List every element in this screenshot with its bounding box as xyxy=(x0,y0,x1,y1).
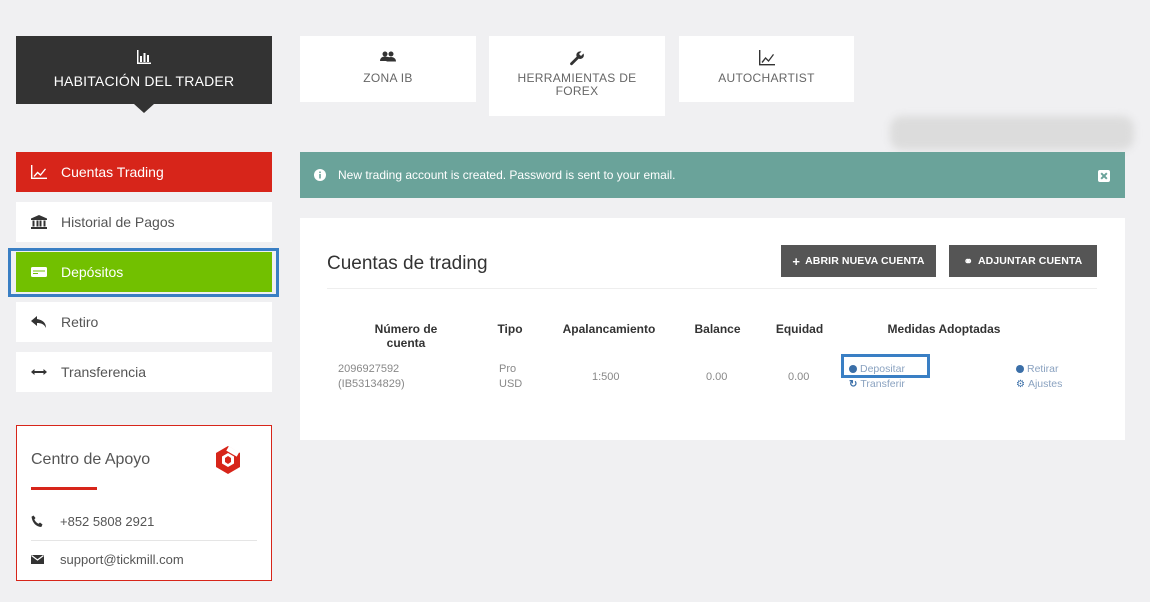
column-header-equity: Equidad xyxy=(775,322,824,336)
close-icon[interactable] xyxy=(1098,170,1110,182)
gear-icon: ⚙ xyxy=(1016,378,1025,390)
reply-icon xyxy=(30,314,48,330)
account-equity: 0.00 xyxy=(788,371,810,383)
blurred-user-info xyxy=(890,116,1134,150)
tile-zona-ib[interactable]: ZONA IB xyxy=(300,36,476,102)
sidebar-item-retiro[interactable]: Retiro xyxy=(16,302,272,342)
withdraw-link[interactable]: Retirar xyxy=(1016,363,1059,375)
highlight-deposit-link xyxy=(841,354,930,378)
column-header-balance: Balance xyxy=(694,322,741,336)
sidebar-item-label: Cuentas Trading xyxy=(61,164,164,180)
transfer-link[interactable]: ↻ Transferir xyxy=(849,378,905,390)
support-phone[interactable]: +852 5808 2921 xyxy=(31,513,257,529)
sidebar-item-label: Transferencia xyxy=(61,364,147,380)
column-header-actions: Medidas Adoptadas xyxy=(887,322,1001,336)
settings-link[interactable]: ⚙ Ajustes xyxy=(1016,378,1062,390)
tile-zona-ib-label: ZONA IB xyxy=(363,71,413,85)
tile-herramientas-forex[interactable]: HERRAMIENTAS DE FOREX xyxy=(489,36,665,116)
attach-account-label: ADJUNTAR CUENTA xyxy=(977,255,1083,267)
arrow-circle-icon xyxy=(1016,365,1024,373)
account-number: 2096927592 xyxy=(338,363,400,375)
column-header-account-number: Número de cuenta xyxy=(374,322,438,350)
bank-icon xyxy=(30,214,48,230)
wrench-icon xyxy=(570,51,584,66)
link-icon: ⚭ xyxy=(963,255,973,268)
heading-divider xyxy=(327,288,1097,289)
support-phone-text: +852 5808 2921 xyxy=(60,513,155,529)
account-balance: 0.00 xyxy=(706,371,728,383)
support-email-text: support@tickmill.com xyxy=(60,551,184,567)
envelope-icon xyxy=(31,554,44,564)
account-id: (IB53134829) xyxy=(338,378,405,390)
support-divider xyxy=(31,540,257,541)
trader-room-header[interactable]: HABITACIÓN DEL TRADER xyxy=(16,36,272,113)
attach-account-button[interactable]: ⚭ ADJUNTAR CUENTA xyxy=(949,245,1097,277)
tile-herramientas-label-2: FOREX xyxy=(555,84,599,98)
plus-icon: + xyxy=(792,253,801,269)
success-alert: New trading account is created. Password… xyxy=(300,152,1125,198)
transfer-link-label: Transferir xyxy=(860,378,905,390)
sidebar-item-label: Historial de Pagos xyxy=(61,214,175,230)
bar-chart-icon xyxy=(137,50,151,67)
page-title: Cuentas de trading xyxy=(327,253,488,274)
withdraw-link-label: Retirar xyxy=(1027,363,1059,375)
phone-icon xyxy=(31,515,43,527)
trader-room-label: HABITACIÓN DEL TRADER xyxy=(53,73,235,89)
tickmill-logo-icon xyxy=(216,446,240,474)
support-title: Centro de Apoyo xyxy=(31,451,151,468)
alert-message: New trading account is created. Password… xyxy=(338,168,676,182)
line-chart-icon xyxy=(30,164,48,180)
column-header-type: Tipo xyxy=(497,322,523,336)
settings-link-label: Ajustes xyxy=(1027,378,1063,390)
line-chart-icon xyxy=(758,50,775,66)
tile-autochartist-label: AUTOCHARTIST xyxy=(718,71,815,85)
trading-accounts-panel: Cuentas de trading + ABRIR NUEVA CUENTA … xyxy=(300,218,1125,440)
info-icon xyxy=(314,169,326,181)
support-center: Centro de Apoyo +852 5808 2921 support@t… xyxy=(16,425,272,581)
support-title-underline xyxy=(31,487,97,490)
sidebar-item-transferencia[interactable]: Transferencia xyxy=(16,352,272,392)
highlight-depositos xyxy=(8,248,279,297)
sidebar-item-label: Retiro xyxy=(61,314,99,330)
open-new-account-label: ABRIR NUEVA CUENTA xyxy=(805,255,925,267)
users-icon xyxy=(380,51,396,62)
column-header-leverage: Apalancamiento xyxy=(562,322,656,336)
arrows-horizontal-icon xyxy=(30,364,48,380)
account-currency: USD xyxy=(499,378,523,390)
sidebar-item-cuentas-trading[interactable]: Cuentas Trading xyxy=(16,152,272,192)
support-email[interactable]: support@tickmill.com xyxy=(31,551,257,567)
sidebar-item-historial-pagos[interactable]: Historial de Pagos xyxy=(16,202,272,242)
tile-autochartist[interactable]: AUTOCHARTIST xyxy=(679,36,854,102)
account-leverage: 1:500 xyxy=(592,371,620,383)
open-new-account-button[interactable]: + ABRIR NUEVA CUENTA xyxy=(781,245,936,277)
refresh-icon: ↻ xyxy=(849,378,858,390)
account-type: Pro xyxy=(499,363,517,375)
